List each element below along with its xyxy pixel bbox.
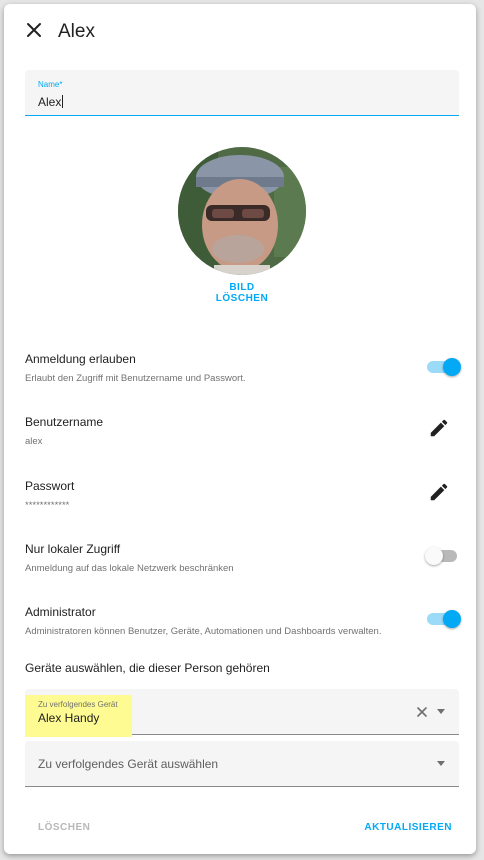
update-button[interactable]: AKTUALISIEREN [364,822,452,833]
login-allowed-toggle[interactable] [425,358,461,378]
name-field-value[interactable]: Alex [38,95,64,109]
toggle-thumb [443,610,461,628]
avatar[interactable] [178,147,306,275]
local-only-toggle[interactable] [425,547,461,567]
toggle-thumb [425,547,443,565]
setting-subtitle: Erlaubt den Zugriff mit Benutzername und… [25,373,246,384]
pencil-icon[interactable] [428,481,450,503]
setting-title: Administrator [25,605,96,619]
dropdown-arrow-icon[interactable] [437,709,445,714]
close-icon[interactable] [22,18,46,42]
setting-subtitle: Anmeldung auf das lokale Netzwerk beschr… [25,563,234,574]
device-select-empty[interactable]: Zu verfolgendes Gerät auswählen [25,741,459,787]
setting-password: Passwort ************ [25,479,459,511]
setting-subtitle: ************ [25,500,70,511]
toggle-thumb [443,358,461,376]
name-field[interactable]: Name* Alex [25,70,459,116]
setting-subtitle: Administratoren können Benutzer, Geräte,… [25,626,382,637]
dropdown-arrow-icon[interactable] [437,761,445,766]
dialog-title: Alex [58,21,95,42]
clear-icon[interactable] [415,705,429,719]
setting-local-only: Nur lokaler Zugriff Anmeldung auf das lo… [25,542,459,574]
setting-title: Anmeldung erlauben [25,352,136,366]
administrator-toggle[interactable] [425,610,461,630]
setting-administrator: Administrator Administratoren können Ben… [25,605,459,637]
dialog-header: Alex [4,4,476,60]
delete-picture-button[interactable]: BILD LÖSCHEN [202,282,282,304]
name-field-label: Name* [38,80,63,89]
text-caret [62,95,64,108]
pencil-icon[interactable] [428,417,450,439]
devices-section-label: Geräte auswählen, die dieser Person gehö… [25,661,270,675]
setting-title: Nur lokaler Zugriff [25,542,121,556]
device-select-selected[interactable]: Zu verfolgendes Gerät Alex Handy [25,689,459,737]
setting-login-allowed: Anmeldung erlauben Erlaubt den Zugriff m… [25,352,459,384]
delete-button[interactable]: LÖSCHEN [38,822,90,833]
setting-title: Benutzername [25,415,104,429]
device-select-value: Alex Handy [38,711,100,725]
person-dialog: Alex Name* Alex BILD LÖSCHEN Anmeldung e… [4,4,476,854]
setting-username: Benutzername alex [25,415,459,447]
setting-title: Passwort [25,479,75,493]
device-select-placeholder: Zu verfolgendes Gerät auswählen [38,757,219,771]
device-select-label: Zu verfolgendes Gerät [38,700,118,709]
setting-subtitle: alex [25,436,43,447]
